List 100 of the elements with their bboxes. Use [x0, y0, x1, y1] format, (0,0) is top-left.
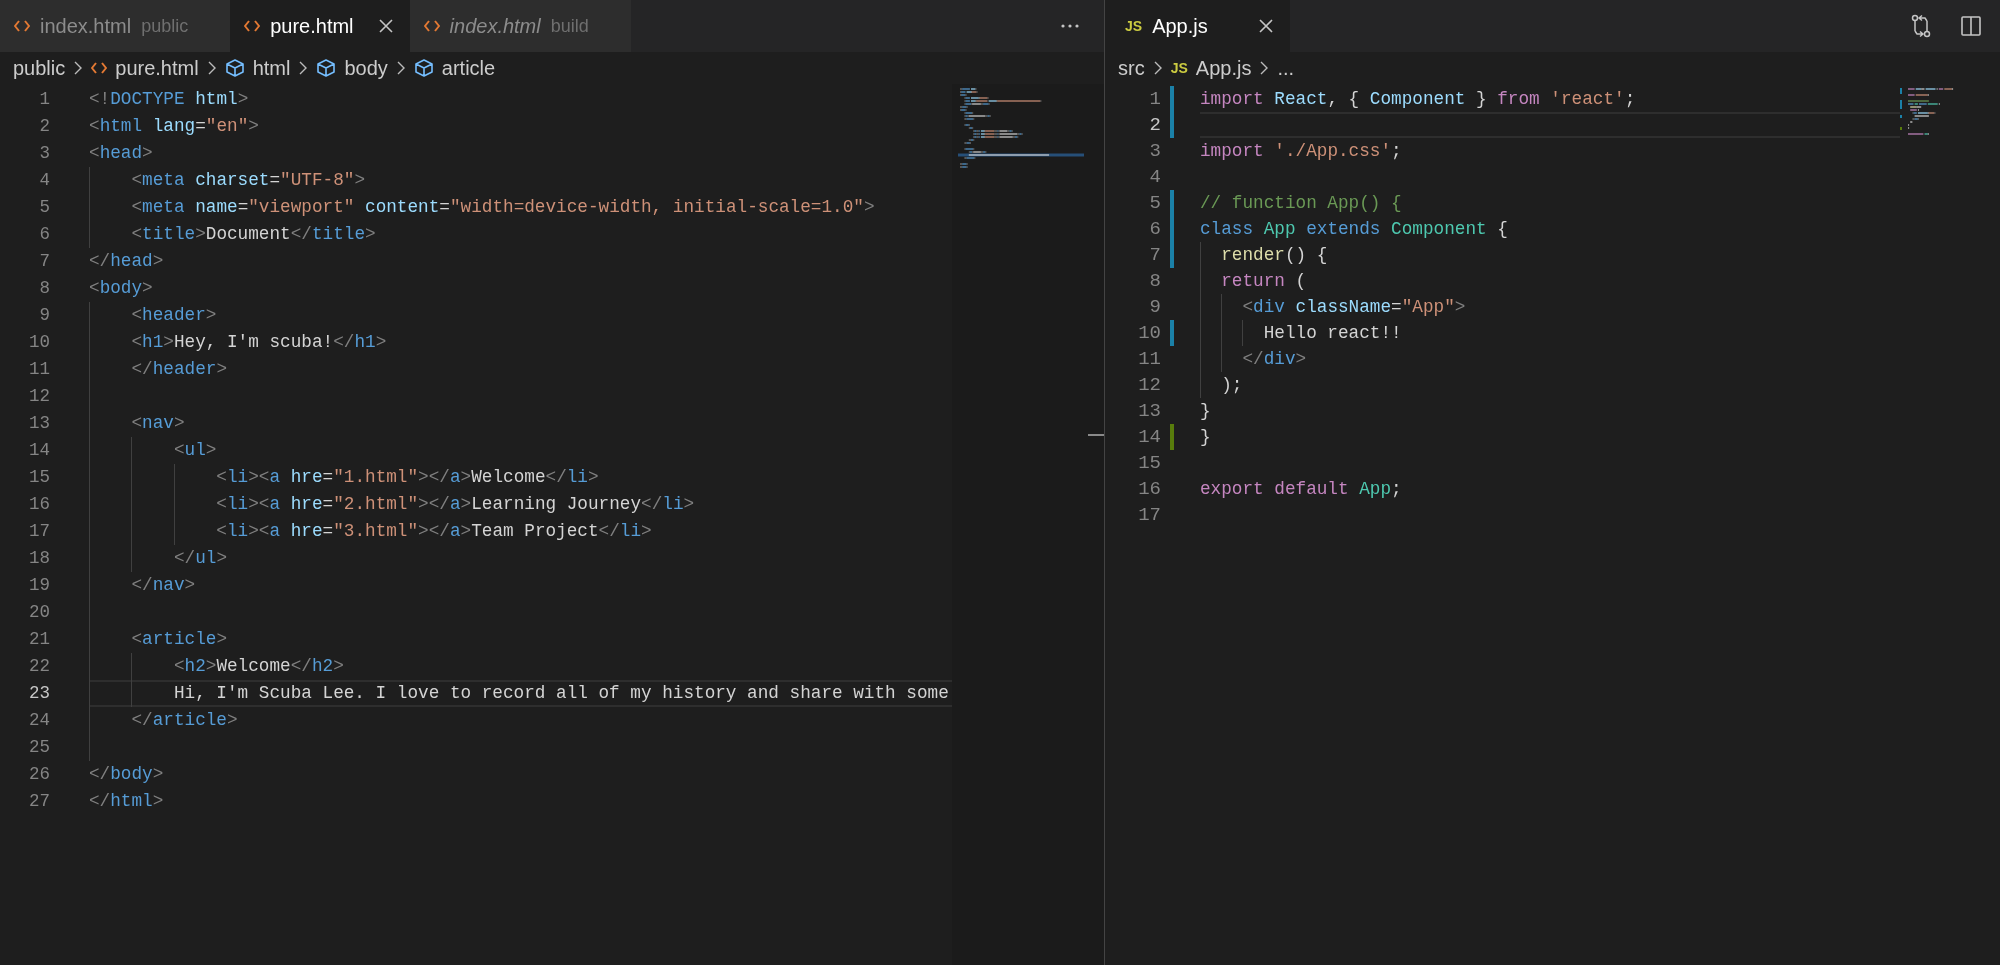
line-number: 13	[1137, 401, 1161, 421]
code-line: </nav>	[130, 574, 197, 598]
breadcrumb-item[interactable]: public	[13, 53, 66, 83]
close-icon[interactable]	[377, 18, 394, 34]
breadcrumb-item[interactable]: pure.html	[91, 53, 199, 83]
more-icon[interactable]	[1060, 23, 1080, 29]
code-line: import React, { Component } from 'react';	[1200, 87, 1637, 111]
line-number: 7	[38, 252, 50, 271]
js-file-icon: JS	[1125, 15, 1143, 37]
code-line: <li><a hre="1.html"></a>Welcome</li>	[215, 466, 600, 490]
line-number: 17	[28, 522, 50, 541]
chevron-icon	[1152, 61, 1163, 75]
line-number: 16	[1137, 479, 1161, 499]
code-line: Hi, I'm Scuba Lee. I love to record all of my history and share with some	[89, 680, 952, 707]
line-number: 2	[1148, 115, 1161, 135]
line-number: 11	[28, 360, 50, 379]
code-line: }	[1200, 399, 1212, 423]
code-line: <body>	[89, 277, 154, 301]
cube-icon	[224, 58, 245, 78]
code-line: <html lang="en">	[89, 115, 260, 139]
chevron-icon	[1259, 61, 1270, 75]
split-editor-icon[interactable]	[1960, 15, 1982, 37]
code-icon	[244, 20, 261, 32]
compare-changes-icon[interactable]	[1910, 14, 1932, 38]
breadcrumb-item[interactable]: ...	[1277, 53, 1295, 83]
code-line: </ul>	[172, 547, 228, 571]
tab-label: index.html	[449, 14, 541, 39]
scroll-marker	[1088, 434, 1104, 436]
chevron-icon	[73, 61, 84, 75]
code-icon	[91, 62, 108, 74]
code-line: <li><a hre="3.html"></a>Team Project</li>	[215, 520, 653, 544]
line-number: 3	[1148, 141, 1161, 161]
js-file-icon: JS	[1170, 57, 1188, 79]
line-number: 6	[1148, 219, 1161, 239]
chevron-icon	[298, 61, 309, 75]
code-line: <meta name="viewport" content="width=device-width, initial-scale=1.0">	[130, 196, 876, 220]
line-number: 5	[1148, 193, 1161, 213]
code-line: import './App.css';	[1200, 139, 1403, 163]
close-icon[interactable]	[1257, 18, 1274, 34]
code-line: </html>	[89, 790, 165, 814]
line-number: 9	[38, 306, 50, 325]
code-line: </div>	[1241, 347, 1308, 371]
breadcrumb-item[interactable]: src	[1118, 53, 1145, 83]
line-number: 3	[38, 144, 50, 163]
code-icon	[14, 20, 30, 32]
line-number: 4	[38, 171, 50, 190]
tab-description: public	[141, 14, 189, 38]
line-number: 9	[1148, 297, 1161, 317]
code-line: </header>	[130, 358, 228, 382]
code-line: <header>	[130, 304, 218, 328]
code-line: </body>	[89, 763, 165, 787]
code-line: <nav>	[130, 412, 186, 436]
line-number: 8	[1148, 271, 1161, 291]
line-number: 13	[28, 414, 50, 433]
breadcrumb-item[interactable]: article	[413, 53, 496, 83]
code-line: <title>Document</title>	[130, 223, 377, 247]
code-icon	[423, 20, 440, 32]
code-line: <h1>Hey, I'm scuba!</h1>	[130, 331, 388, 355]
breadcrumb-item[interactable]: html	[224, 53, 291, 83]
line-number: 6	[38, 225, 50, 244]
line-number: 23	[28, 684, 50, 703]
tab-label: pure.html	[270, 14, 354, 39]
line-number: 16	[28, 495, 50, 514]
line-number: 11	[1137, 349, 1161, 369]
editor-tab[interactable]: index.html public	[0, 0, 231, 52]
breadcrumb-item[interactable]: JS App.js	[1170, 53, 1252, 83]
editor-tab[interactable]: JS App.js	[1105, 0, 1290, 52]
line-number: 10	[1137, 323, 1161, 343]
code-line: <article>	[130, 628, 228, 652]
cube-icon	[316, 58, 337, 78]
code-line: <ul>	[172, 439, 218, 463]
breadcrumb-item[interactable]: body	[316, 53, 388, 83]
line-number: 10	[28, 333, 50, 352]
code-line: return (	[1220, 269, 1308, 293]
line-number: 12	[28, 387, 50, 406]
chevron-icon	[206, 61, 217, 75]
line-number: 2	[38, 117, 50, 136]
code-line: <h2>Welcome</h2>	[172, 655, 345, 679]
code-line: export default App;	[1200, 477, 1403, 501]
line-number: 24	[28, 711, 50, 730]
code-line: // function App() {	[1200, 191, 1403, 215]
line-number: 20	[28, 603, 50, 622]
code-line: <li><a hre="2.html"></a>Learning Journey</li>	[215, 493, 696, 517]
line-number: 15	[28, 468, 50, 487]
line-number: 12	[1137, 375, 1161, 395]
tab-description: build	[550, 14, 589, 38]
chevron-icon	[395, 61, 406, 75]
code-line: <div className="App">	[1241, 295, 1467, 319]
line-number: 27	[28, 792, 50, 811]
line-number: 14	[28, 441, 50, 460]
line-number: 7	[1148, 245, 1161, 265]
editor-tab[interactable]: index.html build	[409, 0, 631, 52]
cube-icon	[413, 58, 434, 78]
line-number: 19	[28, 576, 50, 595]
line-number: 18	[28, 549, 50, 568]
code-line: render() {	[1220, 243, 1329, 267]
code-line: class App extends Component {	[1200, 217, 1509, 241]
line-number: 25	[28, 738, 50, 757]
editor-tab[interactable]: pure.html	[230, 0, 410, 52]
code-line: }	[1200, 425, 1212, 449]
